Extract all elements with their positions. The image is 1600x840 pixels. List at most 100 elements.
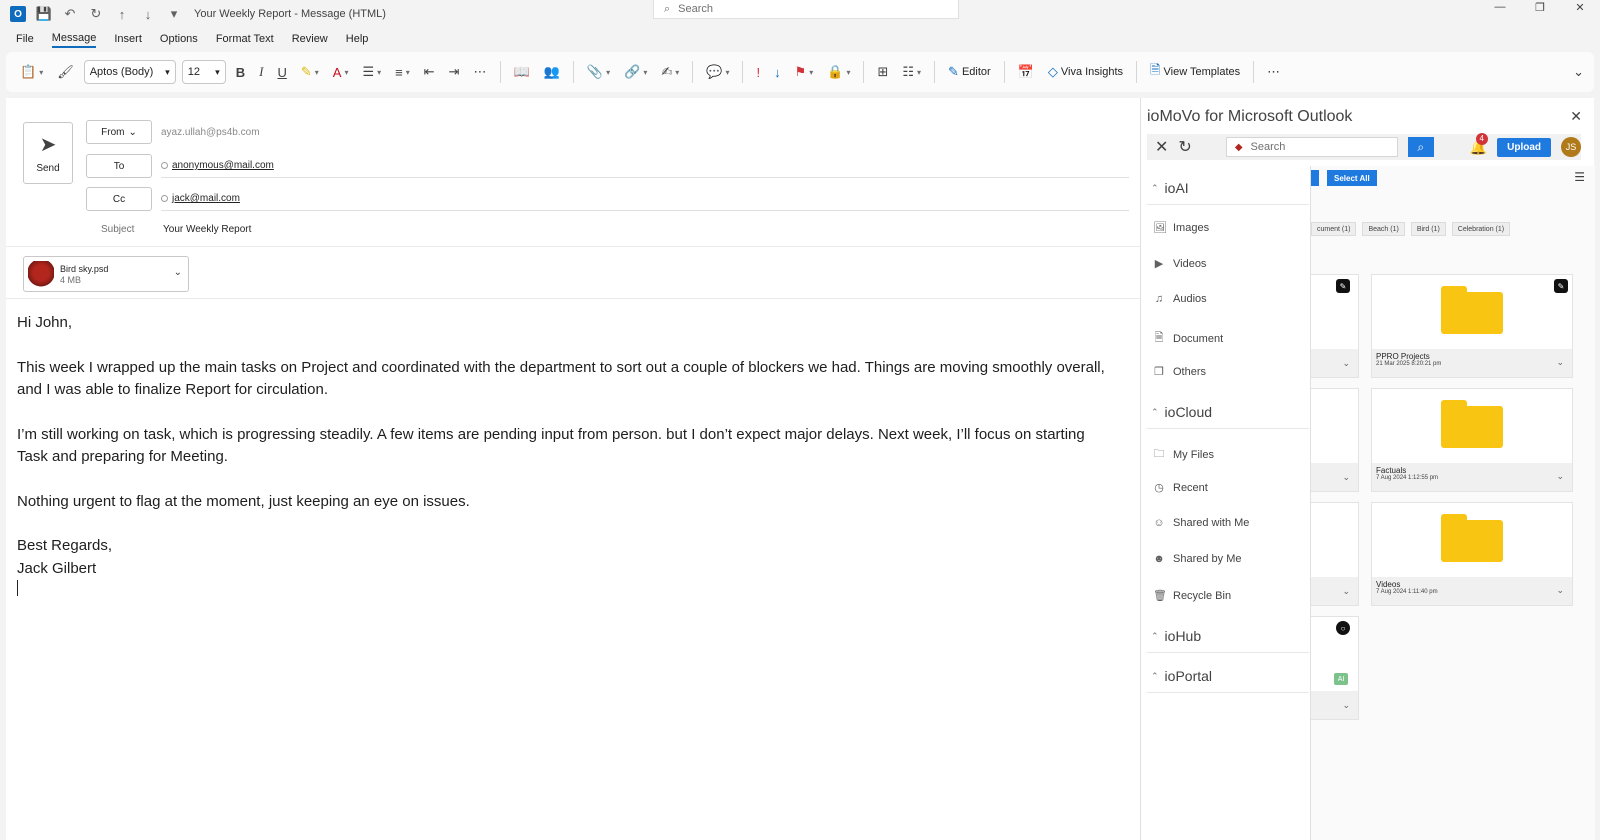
tag-chip[interactable]: Beach (1)	[1362, 222, 1405, 236]
italic-icon[interactable]: I	[255, 59, 267, 85]
calendar-icon[interactable]: 📅	[1014, 59, 1038, 85]
edit-icon[interactable]: ✎	[1554, 279, 1568, 293]
circle-select-icon[interactable]: ○	[1336, 621, 1350, 635]
tag-chip[interactable]: cument (1)	[1311, 222, 1357, 236]
expand-ribbon-icon[interactable]: ⌄	[1569, 59, 1588, 85]
font-color-icon[interactable]: A ▾	[329, 59, 353, 85]
asset-card-partial[interactable]: ⌄	[1311, 388, 1359, 492]
chevron-down-icon[interactable]: ⌄	[1556, 585, 1564, 596]
font-size-select[interactable]: 12 ▾	[181, 60, 226, 84]
follow-up-flag-icon[interactable]: ⚑ ▾	[791, 59, 818, 85]
nav-item-recycle-bin[interactable]: 🗑 Recycle Bin	[1153, 589, 1231, 603]
more-options-icon[interactable]: ⋯	[1263, 59, 1284, 85]
nav-item-images[interactable]: 🖼 Images	[1153, 221, 1209, 235]
iomovo-search-input[interactable]: ◆ Search	[1225, 137, 1398, 157]
nav-section-ioportal[interactable]: ⌃ ioPortal	[1151, 668, 1212, 684]
avatar[interactable]: JS	[1561, 137, 1581, 157]
low-importance-icon[interactable]: ↓	[770, 59, 785, 85]
asset-card-partial[interactable]: ○ AI ⌄	[1311, 616, 1359, 720]
chevron-down-icon[interactable]: ⌄	[1556, 471, 1564, 482]
to-recipient[interactable]: anonymous@mail.com	[161, 160, 274, 171]
select-all-button[interactable]: Select All	[1327, 170, 1377, 186]
to-button[interactable]: To	[86, 154, 152, 178]
address-book-icon[interactable]: 📖	[510, 59, 534, 85]
folder-card[interactable]: Videos 7 Aug 2024 1:11:40 pm ⌄	[1371, 502, 1573, 606]
chevron-down-icon[interactable]: ⌄	[1342, 472, 1350, 483]
list-view-icon[interactable]: ☰	[1574, 170, 1585, 184]
minimize-icon[interactable]: —	[1480, 0, 1520, 14]
insights-icon[interactable]: ☷ ▾	[898, 59, 925, 85]
increase-indent-icon[interactable]: ⇥	[445, 59, 464, 85]
upload-button[interactable]: Upload	[1497, 137, 1552, 157]
restore-icon[interactable]: ❐	[1520, 0, 1560, 14]
menu-message[interactable]: Message	[51, 30, 97, 48]
sensitivity-icon[interactable]: 🔒 ▾	[823, 59, 854, 85]
attachment-chip[interactable]: Bird sky.psd 4 MB ⌄	[23, 256, 189, 292]
close-icon[interactable]: ✕	[1155, 137, 1168, 157]
chevron-down-icon[interactable]: ⌄	[1342, 700, 1350, 711]
font-family-select[interactable]: Aptos (Body) ▾	[83, 60, 176, 84]
viva-insights-button[interactable]: ◇ Viva Insights	[1044, 59, 1127, 85]
nav-item-audios[interactable]: ♫ Audios	[1153, 293, 1207, 305]
menu-options[interactable]: Options	[160, 31, 198, 47]
paste-icon[interactable]: 📋 ▾	[16, 59, 47, 85]
link-icon[interactable]: 🔗 ▾	[620, 59, 651, 85]
nav-item-shared-with-me[interactable]: ☺ Shared with Me	[1153, 517, 1249, 529]
chevron-down-icon[interactable]: ⌄	[1556, 357, 1564, 368]
chevron-down-icon[interactable]: ⌄	[174, 267, 182, 278]
asset-card-partial[interactable]: ⌄	[1311, 502, 1359, 606]
chevron-down-icon[interactable]: ⌄	[1342, 586, 1350, 597]
folder-card[interactable]: ✎ PPRO Projects 21 Mar 2025 8:20:21 pm ⌄	[1371, 274, 1573, 378]
from-button[interactable]: From ⌄	[86, 120, 152, 144]
nav-item-videos[interactable]: ▶ Videos	[1153, 257, 1207, 271]
highlight-icon[interactable]: ✎ ▾	[297, 59, 323, 85]
send-button[interactable]: ➤ Send	[23, 122, 73, 184]
notification-bell-icon[interactable]: 🔔 4	[1470, 132, 1488, 156]
check-names-icon[interactable]: 👥	[540, 59, 564, 85]
underline-icon[interactable]: U	[273, 59, 290, 85]
arrow-up-icon[interactable]: ↑	[114, 6, 130, 22]
folder-card[interactable]: Factuals 7 Aug 2024 1:12:55 pm ⌄	[1371, 388, 1573, 492]
nav-item-shared-by-me[interactable]: ☻ Shared by Me	[1153, 553, 1241, 565]
nav-item-my-files[interactable]: 🗀 My Files	[1153, 445, 1214, 464]
attach-file-icon[interactable]: 📎 ▾	[583, 59, 614, 85]
top-search-box[interactable]: ⌕ Search	[653, 0, 959, 19]
cc-button[interactable]: Cc	[86, 187, 152, 211]
close-window-icon[interactable]: ✕	[1560, 0, 1600, 14]
subject-field[interactable]: Your Weekly Report	[163, 224, 251, 235]
close-icon[interactable]: ✕	[1570, 108, 1582, 125]
nav-section-ioai[interactable]: ⌃ ioAI	[1151, 180, 1189, 196]
tag-chip[interactable]: Celebration (1)	[1451, 222, 1511, 236]
nav-item-document[interactable]: 🗎 Document	[1153, 329, 1224, 348]
nav-section-iohub[interactable]: ⌃ ioHub	[1151, 628, 1201, 644]
more-formatting-icon[interactable]: ⋯	[470, 59, 491, 85]
message-body[interactable]: Hi John, This week I wrapped up the main…	[17, 312, 1117, 596]
undo-icon[interactable]: ↶	[62, 6, 78, 22]
nav-item-recent[interactable]: ◷ Recent	[1153, 481, 1208, 495]
asset-card-partial[interactable]: ✎ ⌄	[1311, 274, 1359, 378]
menu-format-text[interactable]: Format Text	[216, 31, 274, 47]
nav-section-iocloud[interactable]: ⌃ ioCloud	[1151, 404, 1212, 420]
menu-file[interactable]: File	[16, 31, 34, 47]
decrease-indent-icon[interactable]: ⇤	[420, 59, 439, 85]
menu-insert[interactable]: Insert	[114, 31, 142, 47]
select-button[interactable]	[1311, 170, 1319, 186]
redo-icon[interactable]: ↻	[88, 6, 104, 22]
numbering-icon[interactable]: ≡ ▾	[391, 59, 414, 85]
bullets-icon[interactable]: ☰ ▾	[358, 59, 385, 85]
menu-review[interactable]: Review	[292, 31, 328, 47]
apps-icon[interactable]: ⊞	[873, 59, 892, 85]
format-painter-icon[interactable]: 🖌	[53, 59, 78, 85]
save-icon[interactable]: 💾	[36, 6, 52, 22]
signature-icon[interactable]: ✍ ▾	[657, 59, 683, 85]
cc-recipient[interactable]: jack@mail.com	[161, 193, 240, 204]
nav-item-others[interactable]: ❐ Others	[1153, 365, 1206, 379]
search-button[interactable]: ⌕	[1407, 137, 1434, 157]
tag-chip[interactable]: Bird (1)	[1410, 222, 1446, 236]
chevron-down-icon[interactable]: ⌄	[1342, 358, 1350, 369]
view-templates-button[interactable]: 🗎 View Templates	[1146, 59, 1244, 85]
menu-help[interactable]: Help	[346, 31, 369, 47]
bold-icon[interactable]: B	[232, 59, 249, 85]
to-field[interactable]: anonymous@mail.com	[161, 154, 1129, 178]
arrow-down-icon[interactable]: ↓	[140, 6, 156, 22]
